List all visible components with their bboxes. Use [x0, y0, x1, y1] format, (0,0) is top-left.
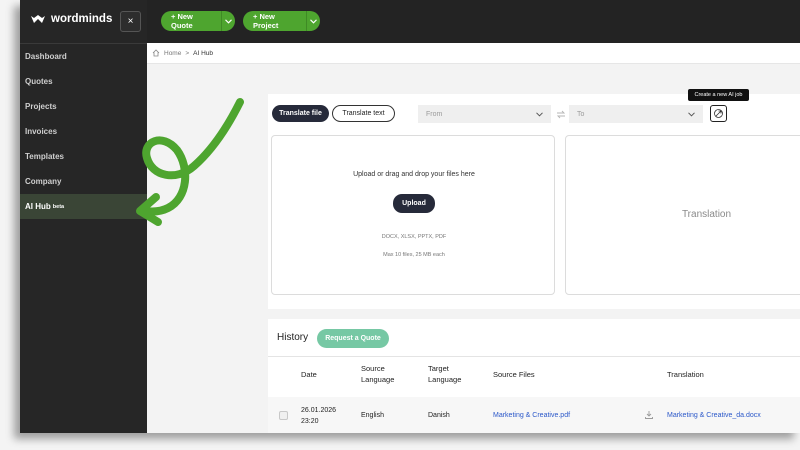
annotation-arrow [136, 98, 244, 226]
screenshot-frame: + New Quote + New Project wordminds × Da… [0, 0, 800, 450]
